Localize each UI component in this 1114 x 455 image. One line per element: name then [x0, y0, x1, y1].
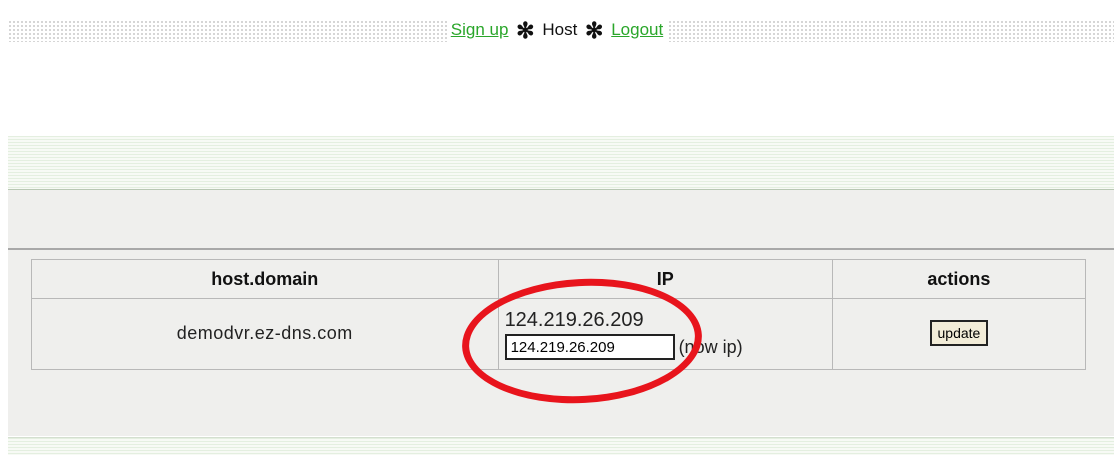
host-domain-cell: demodvr.ez-dns.com [31, 298, 499, 370]
top-nav: Sign up ✻ Host ✻ Logout [0, 18, 1114, 43]
host-nav-current: Host [542, 20, 578, 39]
asterisk-separator-icon: ✻ [516, 18, 535, 43]
update-button[interactable]: update [929, 319, 989, 346]
signup-link[interactable]: Sign up [451, 20, 509, 39]
ip-input[interactable] [504, 334, 675, 360]
ip-edit-row: (now ip) [504, 334, 831, 360]
ip-cell: 124.219.26.209 (now ip) [497, 298, 833, 370]
asterisk-separator-icon: ✻ [585, 18, 604, 43]
column-header-actions: actions [831, 259, 1087, 299]
column-header-host-domain: host.domain [31, 259, 499, 299]
host-table: host.domain IP actions demodvr.ez-dns.co… [31, 259, 1087, 370]
now-ip-label: (now ip) [678, 336, 743, 357]
footer-band [8, 437, 1114, 455]
logout-link[interactable]: Logout [611, 20, 663, 39]
column-header-ip: IP [497, 259, 833, 299]
actions-cell: update [831, 298, 1087, 370]
table-row: demodvr.ez-dns.com 124.219.26.209 (now i… [31, 298, 1087, 370]
header-band [8, 136, 1114, 190]
panel-divider [8, 248, 1114, 250]
current-ip-value: 124.219.26.209 [504, 309, 644, 331]
table-header-row: host.domain IP actions [31, 259, 1087, 299]
